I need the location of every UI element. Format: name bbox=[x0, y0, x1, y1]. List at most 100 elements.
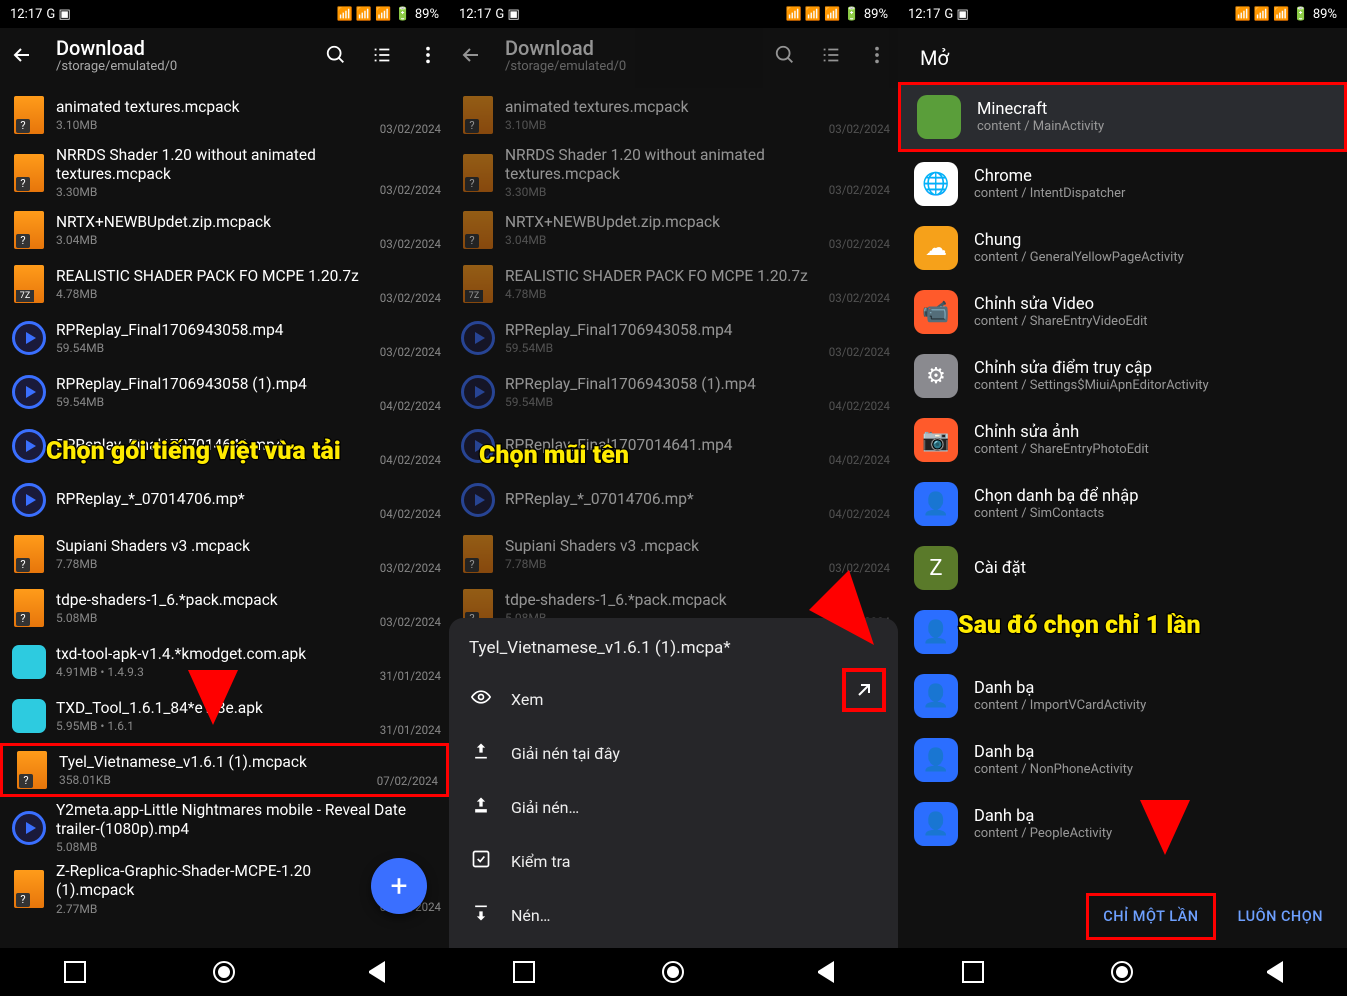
sheet-action[interactable]: Giải nén… bbox=[449, 780, 898, 834]
status-bar: 12:17 G ▣ 📶 📶 📶 🔋 89% bbox=[449, 0, 898, 28]
more-icon[interactable] bbox=[866, 44, 888, 66]
file-row[interactable]: RPReplay_Final1706943058.mp4 59.54MB 03/… bbox=[449, 311, 898, 365]
just-once-button[interactable]: CHỈ MỘT LẦN bbox=[1086, 893, 1215, 940]
always-button[interactable]: LUÔN CHỌN bbox=[1224, 896, 1337, 937]
nav-recents[interactable] bbox=[513, 961, 535, 983]
file-type-icon bbox=[12, 588, 46, 628]
nav-home[interactable] bbox=[662, 961, 684, 983]
file-date: 07/02/2024 bbox=[377, 774, 438, 788]
file-date: 03/02/2024 bbox=[829, 183, 890, 197]
search-icon[interactable] bbox=[774, 44, 796, 66]
file-row[interactable]: animated textures.mcpack 3.10MB 03/02/20… bbox=[0, 88, 449, 142]
status-time: 12:17 bbox=[10, 7, 42, 22]
file-list[interactable]: animated textures.mcpack 3.10MB 03/02/20… bbox=[0, 88, 449, 920]
file-row[interactable]: NRRDS Shader 1.20 without animated textu… bbox=[449, 142, 898, 203]
app-activity: content / MainActivity bbox=[977, 119, 1104, 134]
app-icon bbox=[917, 95, 961, 139]
open-external-icon[interactable] bbox=[842, 668, 886, 712]
status-time: 12:17 bbox=[908, 7, 940, 22]
file-date: 03/02/2024 bbox=[380, 237, 441, 251]
android-navbar bbox=[898, 948, 1347, 996]
app-option[interactable]: 📹 Chỉnh sửa Video content / ShareEntryVi… bbox=[898, 280, 1347, 344]
file-row[interactable]: NRTX+NEWBUpdet.zip.mcpack 3.04MB 03/02/2… bbox=[0, 203, 449, 257]
file-name: animated textures.mcpack bbox=[505, 98, 823, 117]
file-size: 59.54MB bbox=[505, 341, 823, 355]
app-activity: content / GeneralYellowPageActivity bbox=[974, 250, 1184, 265]
app-option[interactable]: 👤 Chọn danh bạ để nhập content / SimCont… bbox=[898, 472, 1347, 536]
nav-recents[interactable] bbox=[962, 961, 984, 983]
file-name: RPReplay_*_07014706.mp* bbox=[56, 490, 374, 509]
file-size: 3.10MB bbox=[505, 118, 823, 132]
view-list-icon[interactable] bbox=[820, 44, 842, 66]
app-option[interactable]: 👤 Danh bạ content / ImportVCardActivity bbox=[898, 664, 1347, 728]
phone-screen-3: 12:17 G ▣ 📶 📶 📶 🔋 89% Mở Minecraft conte… bbox=[898, 0, 1347, 996]
file-type-icon bbox=[461, 480, 495, 520]
sheet-action[interactable]: Giải nén tại đây bbox=[449, 726, 898, 780]
app-option[interactable]: Minecraft content / MainActivity bbox=[898, 82, 1347, 152]
nav-recents[interactable] bbox=[64, 961, 86, 983]
app-icon: 📹 bbox=[914, 290, 958, 334]
file-row[interactable]: Tyel_Vietnamese_v1.6.1 (1).mcpack 358.01… bbox=[0, 743, 449, 797]
appbar-path: /storage/emulated/0 bbox=[505, 59, 774, 74]
eye-icon bbox=[471, 687, 491, 711]
file-row[interactable]: NRRDS Shader 1.20 without animated textu… bbox=[0, 142, 449, 203]
app-activity: content / PeopleActivity bbox=[974, 826, 1112, 841]
nav-home[interactable] bbox=[213, 961, 235, 983]
file-type-icon bbox=[461, 264, 495, 304]
file-row[interactable]: REALISTIC SHADER PACK FO MCPE 1.20.7z 4.… bbox=[449, 257, 898, 311]
file-row[interactable]: REALISTIC SHADER PACK FO MCPE 1.20.7z 4.… bbox=[0, 257, 449, 311]
app-option[interactable]: 👤 Danh bạ content / PeopleActivity bbox=[898, 792, 1347, 856]
bottom-sheet: Tyel_Vietnamese_v1.6.1 (1).mcpa* Xem Giả… bbox=[449, 618, 898, 948]
more-icon[interactable] bbox=[417, 44, 439, 66]
app-option[interactable]: 🌐 Chrome content / IntentDispatcher bbox=[898, 152, 1347, 216]
app-icon: 🌐 bbox=[914, 162, 958, 206]
nav-back[interactable] bbox=[812, 961, 834, 983]
file-type-icon bbox=[12, 480, 46, 520]
file-date: 03/02/2024 bbox=[829, 237, 890, 251]
file-date: 03/02/2024 bbox=[380, 183, 441, 197]
arrow-3 bbox=[1130, 680, 1200, 860]
app-option[interactable]: 👤 Danh bạ content / NonPhoneActivity bbox=[898, 728, 1347, 792]
file-row[interactable]: RPReplay_Final1706943058 (1).mp4 59.54MB… bbox=[449, 365, 898, 419]
file-size: 3.04MB bbox=[505, 233, 823, 247]
sheet-action[interactable]: Nén… bbox=[449, 888, 898, 942]
sheet-action[interactable]: Kiểm tra bbox=[449, 834, 898, 888]
file-row[interactable]: Y2meta.app-Little Nightmares mobile - Re… bbox=[0, 797, 449, 858]
app-activity: content / IntentDispatcher bbox=[974, 186, 1125, 201]
app-icon: ⚙ bbox=[914, 354, 958, 398]
app-option[interactable]: Z Cài đặt bbox=[898, 536, 1347, 600]
file-type-icon bbox=[461, 372, 495, 412]
android-navbar bbox=[449, 948, 898, 996]
back-icon[interactable] bbox=[10, 43, 34, 67]
app-option[interactable]: ⚙ Chỉnh sửa điểm truy cập content / Sett… bbox=[898, 344, 1347, 408]
android-navbar bbox=[0, 948, 449, 996]
file-row[interactable]: NRTX+NEWBUpdet.zip.mcpack 3.04MB 03/02/2… bbox=[449, 203, 898, 257]
nav-back[interactable] bbox=[363, 961, 385, 983]
fab-add[interactable]: + bbox=[371, 858, 427, 914]
file-type-icon bbox=[12, 808, 46, 848]
app-name: Danh bạ bbox=[974, 743, 1133, 762]
signal-icons: 📶 📶 📶 🔋 bbox=[1234, 7, 1308, 22]
nav-back[interactable] bbox=[1261, 961, 1283, 983]
file-name: NRTX+NEWBUpdet.zip.mcpack bbox=[56, 213, 374, 232]
file-size: 3.04MB bbox=[56, 233, 374, 247]
app-option[interactable]: 📷 Chỉnh sửa ảnh content / ShareEntryPhot… bbox=[898, 408, 1347, 472]
battery-pct: 89% bbox=[864, 7, 888, 22]
app-icon: 👤 bbox=[914, 802, 958, 846]
file-row[interactable]: RPReplay_Final1706943058 (1).mp4 59.54MB… bbox=[0, 365, 449, 419]
file-row[interactable]: animated textures.mcpack 3.10MB 03/02/20… bbox=[449, 88, 898, 142]
file-type-icon bbox=[12, 210, 46, 250]
app-activity: content / ShareEntryPhotoEdit bbox=[974, 442, 1149, 457]
back-icon[interactable] bbox=[459, 43, 483, 67]
status-indicators: G ▣ bbox=[46, 7, 70, 22]
search-icon[interactable] bbox=[325, 44, 347, 66]
sheet-action[interactable]: Xem bbox=[449, 672, 898, 726]
annotation-2: Chọn mũi tên bbox=[479, 442, 739, 471]
sheet-action-label: Xem bbox=[511, 690, 543, 709]
app-icon: ☁ bbox=[914, 226, 958, 270]
nav-home[interactable] bbox=[1111, 961, 1133, 983]
app-name: Chọn danh bạ để nhập bbox=[974, 487, 1139, 506]
file-row[interactable]: RPReplay_Final1706943058.mp4 59.54MB 03/… bbox=[0, 311, 449, 365]
app-option[interactable]: ☁ Chung content / GeneralYellowPageActiv… bbox=[898, 216, 1347, 280]
view-list-icon[interactable] bbox=[371, 44, 393, 66]
